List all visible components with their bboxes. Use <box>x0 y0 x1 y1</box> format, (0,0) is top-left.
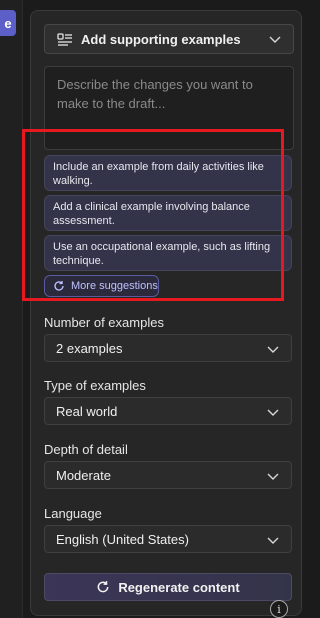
chevron-down-icon <box>267 537 279 544</box>
refresh-icon <box>97 581 109 593</box>
number-of-examples-label: Number of examples <box>44 315 164 330</box>
depth-of-detail-select[interactable]: Moderate <box>44 461 292 489</box>
number-of-examples-value: 2 examples <box>56 341 123 356</box>
info-button[interactable]: i <box>270 600 288 618</box>
left-tab-label: e <box>4 15 12 31</box>
language-value: English (United States) <box>56 532 189 547</box>
list-icon <box>57 31 73 47</box>
language-label: Language <box>44 506 102 521</box>
number-of-examples-select[interactable]: 2 examples <box>44 334 292 362</box>
type-of-examples-select[interactable]: Real world <box>44 397 292 425</box>
chevron-down-icon <box>267 346 279 353</box>
regenerate-content-label: Regenerate content <box>118 579 240 595</box>
changes-prompt-placeholder: Describe the changes you want to make to… <box>57 77 253 111</box>
regenerate-content-button[interactable]: Regenerate content <box>44 573 292 601</box>
type-of-examples-label: Type of examples <box>44 378 146 393</box>
suggestions-highlight-box <box>22 129 284 301</box>
chevron-down-icon <box>267 473 279 480</box>
action-dropdown-label: Add supporting examples <box>81 31 241 47</box>
action-dropdown[interactable]: Add supporting examples <box>44 24 294 54</box>
chevron-down-icon <box>267 409 279 416</box>
depth-of-detail-value: Moderate <box>56 468 111 483</box>
depth-of-detail-label: Depth of detail <box>44 442 128 457</box>
left-navigation-strip: e <box>0 0 23 618</box>
chevron-down-icon <box>269 36 281 43</box>
left-tab-button[interactable]: e <box>0 10 16 36</box>
type-of-examples-value: Real world <box>56 404 118 419</box>
info-icon: i <box>277 602 281 616</box>
language-select[interactable]: English (United States) <box>44 525 292 553</box>
